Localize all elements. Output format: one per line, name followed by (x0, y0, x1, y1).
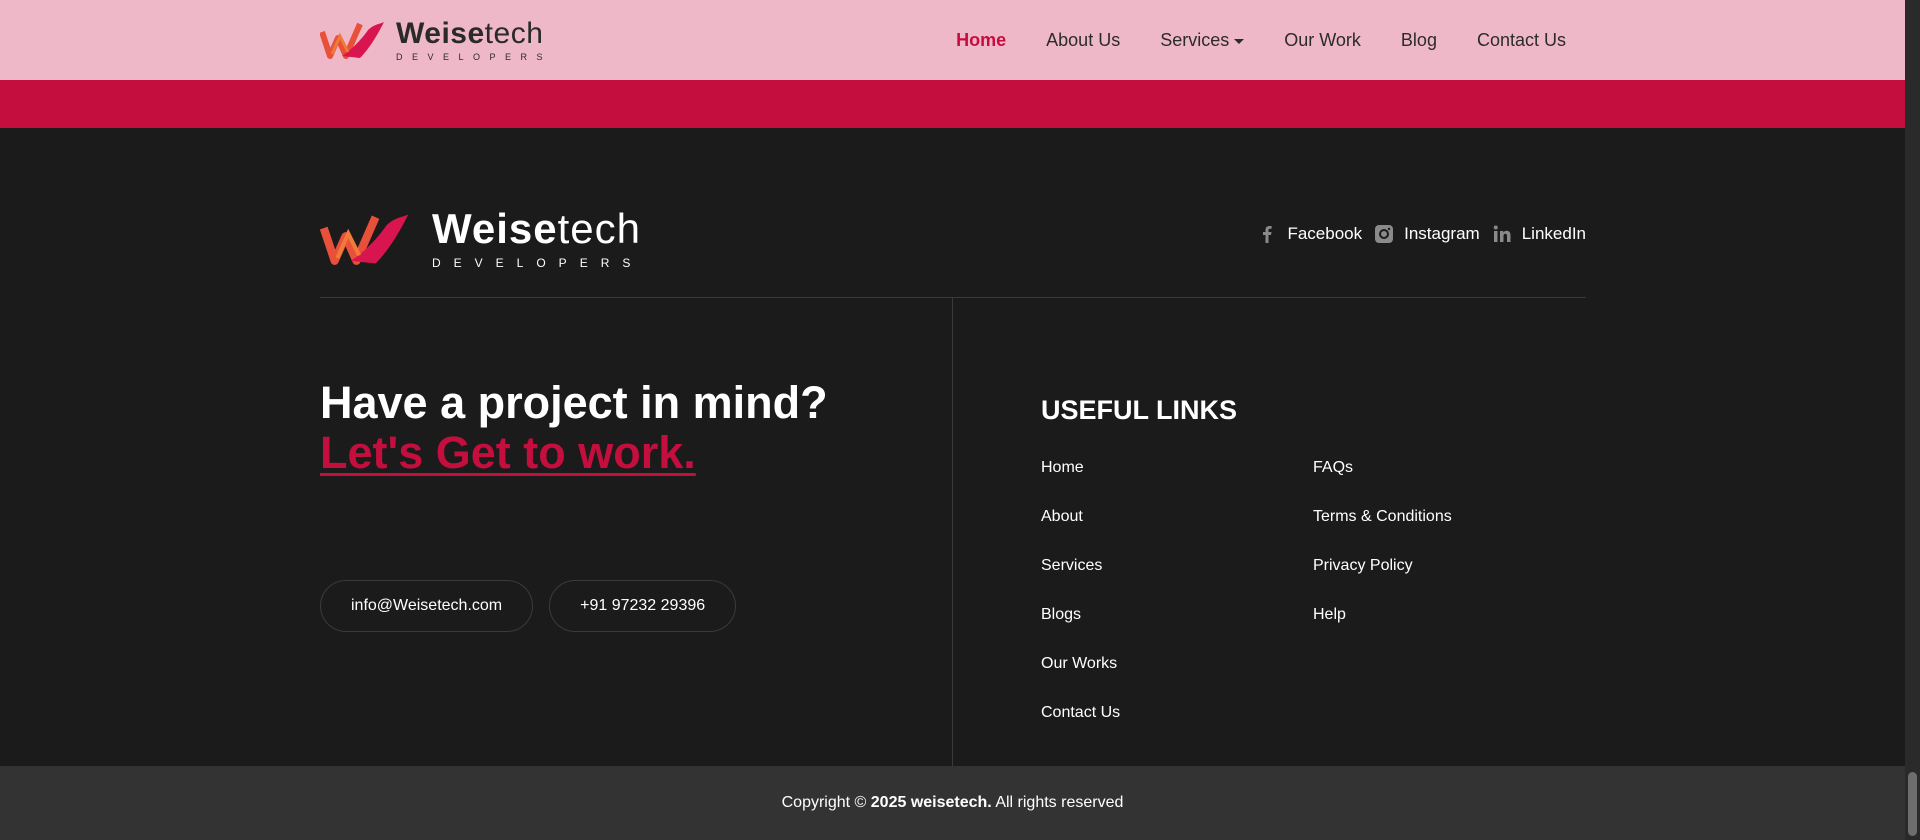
project-cta: Have a project in mind? Let's Get to wor… (320, 378, 828, 478)
facebook-icon (1263, 226, 1273, 243)
linkedin-label: LinkedIn (1521, 224, 1586, 243)
social-links: Facebook Instagram LinkedIn (1245, 224, 1586, 244)
facebook-link[interactable]: Facebook (1257, 224, 1362, 244)
footer-top: Weisetech DEVELOPERS Facebook Instagram (320, 208, 1586, 298)
footer-column-divider (952, 298, 953, 766)
copyright-suffix: All rights reserved (991, 794, 1124, 811)
brand-name-bold: Weise (432, 205, 558, 252)
footer-link-contact-us[interactable]: Contact Us (1041, 703, 1313, 723)
footer-link-about[interactable]: About (1041, 507, 1313, 527)
instagram-label: Instagram (1404, 224, 1480, 243)
email-button[interactable]: info@Weisetech.com (320, 580, 534, 632)
brand-name-light: tech (484, 16, 544, 50)
phone-button[interactable]: +91 97232 29396 (549, 580, 737, 632)
nav-services[interactable]: Services (1160, 29, 1245, 51)
copyright-bar: Copyright © 2025 weisetech. All rights r… (0, 766, 1905, 840)
main-nav: Home About Us Services Our Work Blog Con… (916, 0, 1566, 80)
linkedin-icon (1493, 225, 1511, 242)
weisetech-logo-icon (320, 22, 384, 59)
instagram-link[interactable]: Instagram (1374, 224, 1480, 244)
caret-down-icon (1234, 38, 1245, 44)
brand-tagline: DEVELOPERS (396, 51, 553, 62)
footer-divider (320, 297, 1586, 298)
footer-link-faqs[interactable]: FAQs (1313, 458, 1585, 478)
copyright-prefix: Copyright © (781, 794, 871, 811)
site-header: Weisetech DEVELOPERS Home About Us Servi… (0, 0, 1905, 80)
footer-logo[interactable]: Weisetech DEVELOPERS (320, 208, 643, 270)
brand-name-light: tech (557, 205, 642, 252)
nav-contact-us[interactable]: Contact Us (1477, 30, 1566, 51)
footer-link-home[interactable]: Home (1041, 458, 1313, 478)
weisetech-logo-icon (320, 214, 409, 265)
footer-link-help[interactable]: Help (1313, 605, 1585, 625)
footer-link-terms[interactable]: Terms & Conditions (1313, 507, 1585, 527)
nav-home[interactable]: Home (956, 30, 1006, 51)
scrollbar-thumb[interactable] (1908, 772, 1917, 836)
useful-links-column-1: Home About Services Blogs Our Works Cont… (1041, 458, 1313, 752)
footer-link-privacy[interactable]: Privacy Policy (1313, 556, 1585, 576)
cta-title: Have a project in mind? (320, 377, 828, 428)
footer-link-services[interactable]: Services (1041, 556, 1313, 576)
copyright-year-brand: 2025 weisetech. (870, 794, 992, 811)
useful-links-title: USEFUL LINKS (1041, 395, 1238, 425)
page-scrollbar[interactable] (1905, 0, 1920, 840)
useful-links-column-2: FAQs Terms & Conditions Privacy Policy H… (1313, 458, 1585, 752)
facebook-label: Facebook (1287, 224, 1363, 243)
nav-blog[interactable]: Blog (1401, 30, 1437, 51)
footer-link-blogs[interactable]: Blogs (1041, 605, 1313, 625)
linkedin-link[interactable]: LinkedIn (1492, 224, 1586, 244)
brand-name-bold: Weise (396, 16, 485, 50)
nav-our-work[interactable]: Our Work (1284, 30, 1361, 51)
instagram-icon (1375, 225, 1394, 243)
header-logo[interactable]: Weisetech DEVELOPERS (320, 18, 552, 62)
footer-link-our-works[interactable]: Our Works (1041, 654, 1313, 674)
nav-services-label: Services (1160, 29, 1230, 50)
useful-links: USEFUL LINKS Home About Services Blogs O… (1041, 392, 1586, 752)
brand-tagline: DEVELOPERS (432, 256, 644, 270)
accent-band (0, 80, 1905, 128)
cta-link[interactable]: Let's Get to work. (320, 428, 696, 478)
nav-about-us[interactable]: About Us (1046, 30, 1120, 51)
contact-pills: info@Weisetech.com +91 97232 29396 (320, 580, 752, 632)
